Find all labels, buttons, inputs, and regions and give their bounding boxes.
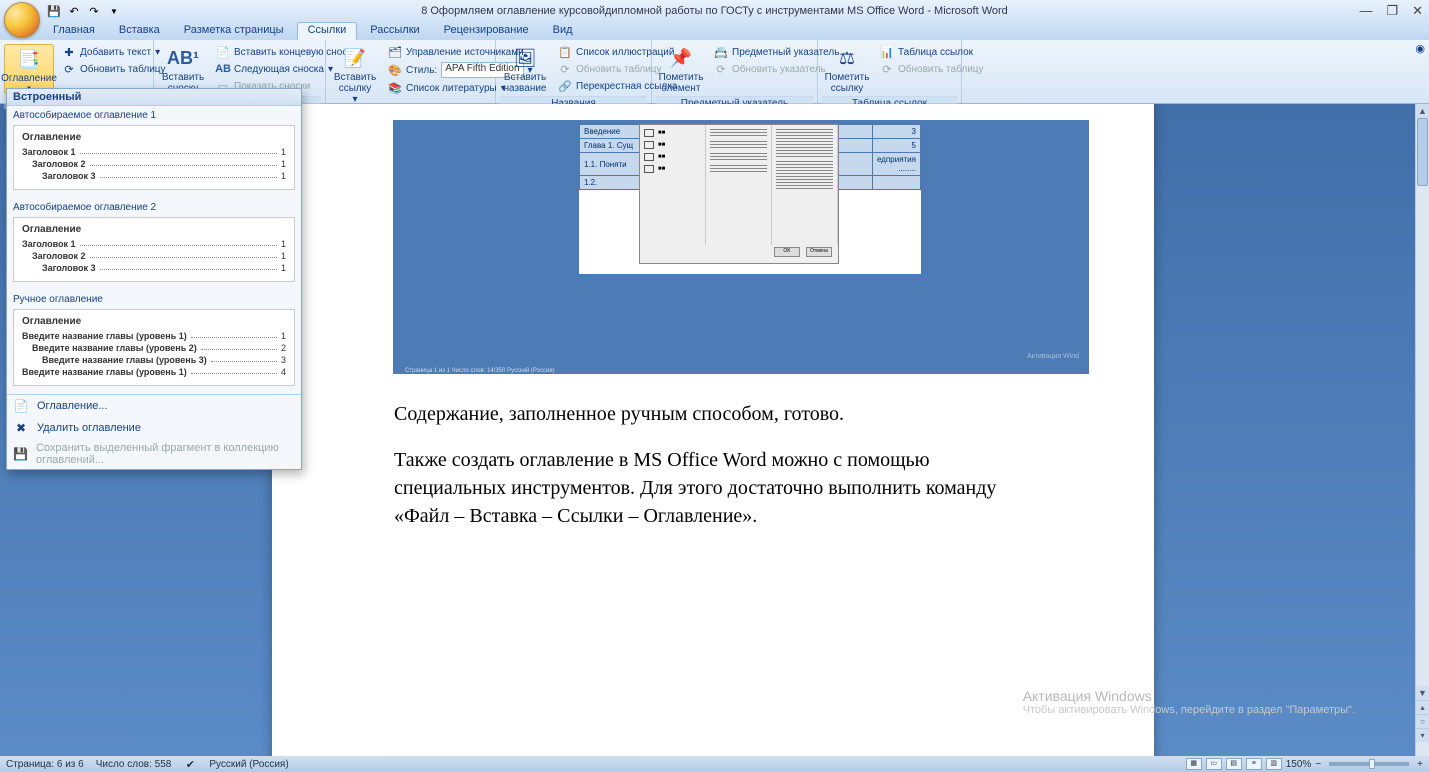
full-screen-view-icon[interactable]: ▭ (1206, 758, 1222, 770)
footnote-icon: AB¹ (171, 46, 195, 70)
bibliography-icon: 📚 (388, 81, 402, 95)
save-toc-menu-item: 💾Сохранить выделенный фрагмент в коллекц… (7, 439, 301, 469)
update-figures-icon: ⟳ (558, 62, 572, 76)
minimize-button[interactable]: — (1359, 3, 1372, 19)
tab-references[interactable]: Ссылки (297, 22, 358, 40)
ribbon-tabs: Главная Вставка Разметка страницы Ссылки… (0, 22, 1429, 40)
status-bar: Страница: 6 из 6 Число слов: 558 ✔ Русск… (0, 756, 1429, 772)
citation-icon: 📝 (343, 46, 367, 70)
toa-icon: 📊 (880, 45, 894, 59)
page-status[interactable]: Страница: 6 из 6 (6, 759, 84, 770)
insert-citation-button[interactable]: 📝 Вставить ссылку ▾ (330, 44, 380, 107)
draft-view-icon[interactable]: ▥ (1266, 758, 1282, 770)
next-page-icon[interactable]: ▾ (1416, 728, 1429, 742)
insert-caption-button[interactable]: 🖼 Вставить название (500, 44, 550, 96)
tab-layout[interactable]: Разметка страницы (173, 22, 295, 40)
zoom-slider[interactable] (1329, 762, 1409, 766)
caption-icon: 🖼 (513, 46, 537, 70)
remove-toc-icon: ✖ (13, 420, 29, 436)
tab-review[interactable]: Рецензирование (433, 22, 540, 40)
mark-entry-icon: 📌 (669, 46, 693, 70)
endnote-icon: 📄 (216, 45, 230, 59)
embedded-screenshot: Введение3 Глава 1. Сущ5 1.1. Понятиедпри… (393, 120, 1089, 374)
insert-toa-button[interactable]: 📊Таблица ссылок (876, 44, 988, 60)
mark-citation-button[interactable]: ⚖ Пометить ссылку (822, 44, 872, 96)
web-layout-view-icon[interactable]: ▤ (1226, 758, 1242, 770)
toc-icon: 📑 (17, 47, 41, 71)
maximize-button[interactable]: ❐ (1386, 3, 1398, 19)
quick-access-toolbar: 💾 ↶ ↷ ▼ (46, 3, 122, 19)
embedded-watermark: Активация Wind (1027, 353, 1079, 360)
save-toc-icon: 💾 (13, 446, 28, 462)
next-footnote-icon: AB (216, 62, 230, 76)
toc-preview: Оглавление Заголовок 11Заголовок 21Загол… (13, 125, 295, 190)
gallery-item-title: Ручное оглавление (13, 294, 295, 305)
update-toa-icon: ⟳ (880, 62, 894, 76)
office-button[interactable] (4, 2, 40, 38)
document-paragraph[interactable]: Также создать оглавление в MS Office Wor… (394, 446, 1032, 530)
qat-customize-icon[interactable]: ▼ (106, 3, 122, 19)
redo-icon[interactable]: ↷ (86, 3, 102, 19)
gallery-item-auto2[interactable]: Автособираемое оглавление 2 Оглавление З… (7, 198, 301, 290)
gallery-item-manual[interactable]: Ручное оглавление Оглавление Введите наз… (7, 290, 301, 394)
update-index-icon: ⟳ (714, 62, 728, 76)
gallery-header: Встроенный (7, 89, 301, 106)
document-paragraph[interactable]: Содержание, заполненное ручным способом,… (394, 400, 1032, 428)
document-page[interactable]: Введение3 Глава 1. Сущ5 1.1. Понятиедпри… (272, 104, 1154, 756)
gallery-item-title: Автособираемое оглавление 2 (13, 202, 295, 213)
style-icon: 🎨 (388, 63, 402, 77)
add-text-icon: ✚ (62, 45, 76, 59)
outline-view-icon[interactable]: ≡ (1246, 758, 1262, 770)
title-bar: 💾 ↶ ↷ ▼ 8 Оформляем оглавление курсовойд… (0, 0, 1429, 22)
ribbon-help-icon[interactable]: ◉ (1415, 42, 1425, 55)
print-layout-view-icon[interactable]: ▦ (1186, 758, 1202, 770)
vertical-scrollbar[interactable]: ▲ ▴ ○ ▾ ▼ (1415, 104, 1429, 756)
tab-home[interactable]: Главная (42, 22, 106, 40)
remove-toc-menu-item[interactable]: ✖Удалить оглавление (7, 417, 301, 439)
mark-citation-icon: ⚖ (835, 46, 859, 70)
tab-view[interactable]: Вид (542, 22, 584, 40)
scroll-down-icon[interactable]: ▼ (1416, 686, 1429, 700)
insert-toc-menu-item[interactable]: 📄Оглавление... (7, 395, 301, 417)
index-icon: 📇 (714, 45, 728, 59)
toc-label: Оглавление (1, 73, 57, 84)
toc-preview: Оглавление Заголовок 11Заголовок 21Загол… (13, 217, 295, 282)
zoom-level[interactable]: 150% (1286, 759, 1312, 770)
zoom-out-icon[interactable]: − (1315, 759, 1321, 770)
browse-object-icon[interactable]: ○ (1416, 714, 1429, 728)
word-count-status[interactable]: Число слов: 558 (96, 759, 172, 770)
embedded-dialog: ■■ ■■ ■■ ■■ OKОтмена (639, 124, 839, 264)
language-status[interactable]: Русский (Россия) (209, 759, 288, 770)
undo-icon[interactable]: ↶ (66, 3, 82, 19)
tab-insert[interactable]: Вставка (108, 22, 171, 40)
mark-entry-button[interactable]: 📌 Пометить элемент (656, 44, 706, 96)
window-title: 8 Оформляем оглавление курсовойдипломной… (421, 5, 1008, 17)
save-icon[interactable]: 💾 (46, 3, 62, 19)
zoom-in-icon[interactable]: + (1417, 759, 1423, 770)
spellcheck-icon[interactable]: ✔ (183, 757, 197, 771)
activation-watermark: Активация Windows Чтобы активировать Win… (1023, 688, 1355, 716)
update-toc-button[interactable]: ⟳Обновить таблицу (58, 61, 170, 77)
add-text-button[interactable]: ✚Добавить текст ▾ (58, 44, 170, 60)
gallery-item-auto1[interactable]: Автособираемое оглавление 1 Оглавление З… (7, 106, 301, 198)
close-button[interactable]: ✕ (1412, 3, 1423, 19)
gallery-item-title: Автособираемое оглавление 1 (13, 110, 295, 121)
embedded-status: Страница 1 из 1 Число слов: 14/350 Русск… (405, 368, 555, 374)
update-toa-button[interactable]: ⟳Обновить таблицу (876, 61, 988, 77)
scrollbar-thumb[interactable] (1417, 118, 1428, 186)
toc-preview: Оглавление Введите название главы (урове… (13, 309, 295, 386)
tab-mailings[interactable]: Рассылки (359, 22, 430, 40)
prev-page-icon[interactable]: ▴ (1416, 700, 1429, 714)
toc-gallery-dropdown: Встроенный Автособираемое оглавление 1 О… (6, 88, 302, 470)
update-icon: ⟳ (62, 62, 76, 76)
insert-toc-icon: 📄 (13, 398, 29, 414)
list-icon: 📋 (558, 45, 572, 59)
manage-sources-icon: 🗂 (388, 45, 402, 59)
cross-ref-icon: 🔗 (558, 79, 572, 93)
scroll-up-icon[interactable]: ▲ (1416, 104, 1429, 118)
